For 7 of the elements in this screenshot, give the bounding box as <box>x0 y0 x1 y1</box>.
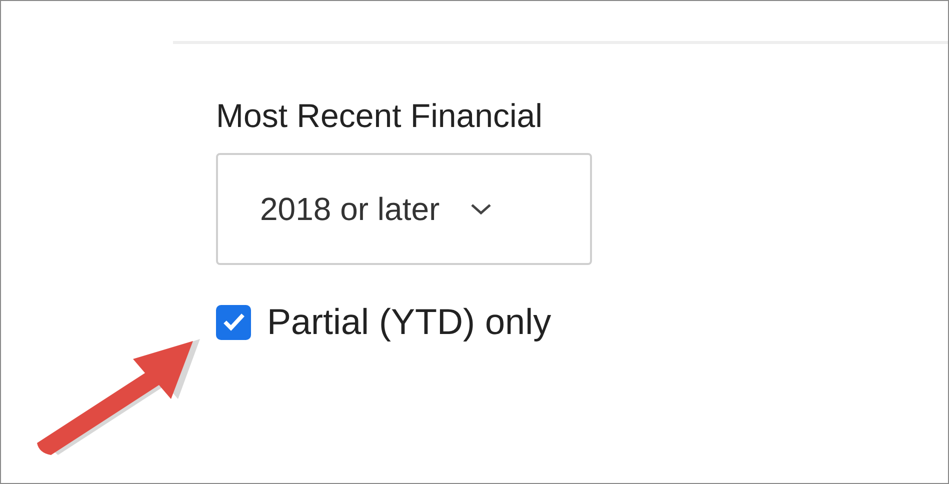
chevron-down-icon <box>470 202 492 216</box>
dropdown-value: 2018 or later <box>260 190 440 228</box>
year-dropdown[interactable]: 2018 or later <box>216 153 592 265</box>
check-icon <box>222 312 246 332</box>
checkbox-label: Partial (YTD) only <box>267 301 552 343</box>
checkbox[interactable] <box>216 304 251 340</box>
field-label: Most Recent Financial <box>216 96 542 136</box>
